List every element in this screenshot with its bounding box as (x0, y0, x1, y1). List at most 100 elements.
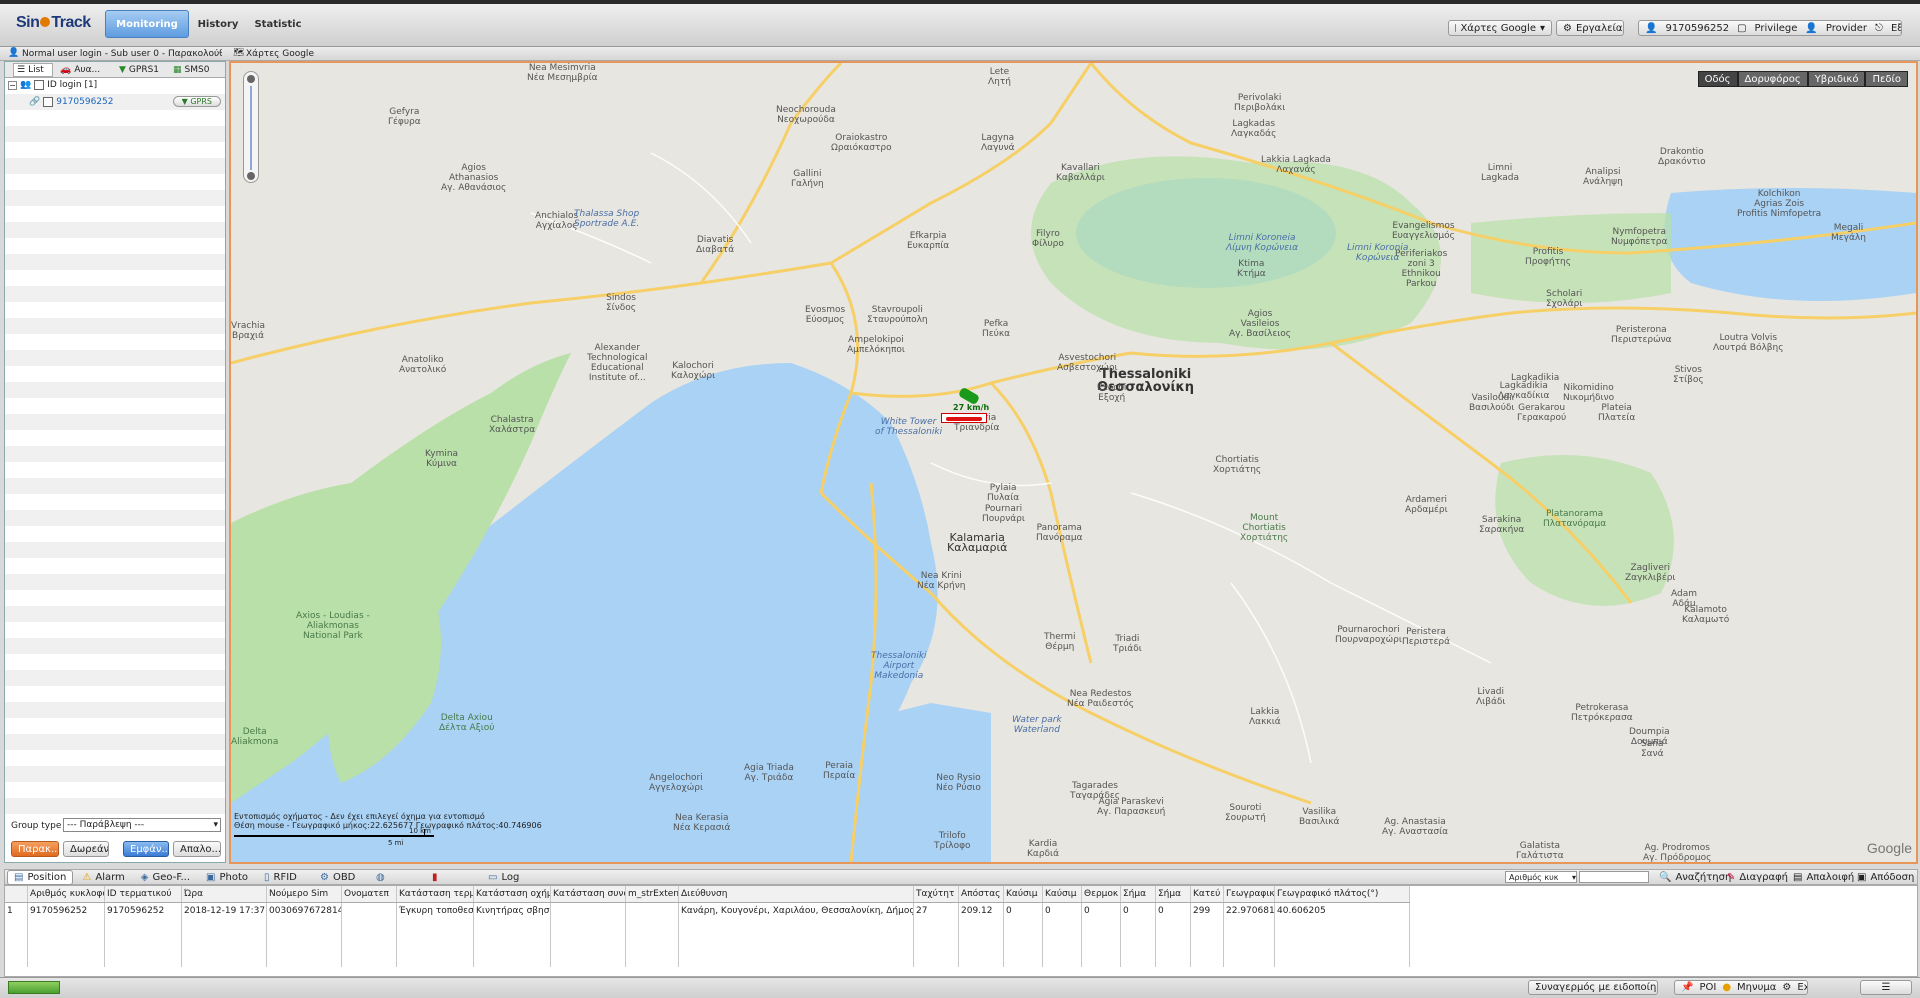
map-label: Analipsi Ανάληψη (1583, 167, 1623, 187)
column-header[interactable]: Αριθμός κυκλοφορ (27, 886, 105, 903)
column-header[interactable]: Απόστας (958, 886, 1004, 903)
tab-monitoring[interactable]: Monitoring (105, 10, 189, 38)
signal-icon: ▼ (181, 97, 188, 106)
map-label: Stavroupoli Σταυρούπολη (867, 305, 928, 325)
delete-button[interactable]: ✎ Διαγραφή (1721, 870, 1794, 884)
empty-row (5, 951, 1410, 967)
bottom-tab-alarm[interactable]: ⚠ Alarm (75, 870, 131, 885)
column-header[interactable]: Καύσιμ (1042, 886, 1082, 903)
map-label: Kolchikon Agrias Zois Profitis Nimfopetr… (1737, 189, 1822, 219)
tab-history[interactable]: History (190, 10, 246, 38)
top-bar: Sin Track Monitoring History Statistic Χά… (0, 0, 1920, 47)
group-type-select[interactable]: --- Παράβλεψη --- ▾ (63, 818, 221, 832)
table-cell (341, 951, 397, 967)
tab-gprs[interactable]: ▼ GPRS1 (119, 63, 169, 77)
map-label: Nea Redestos Νέα Ραιδεστός (1067, 689, 1135, 709)
bottom-tab-rfid[interactable]: ▯ RFID (257, 870, 311, 885)
column-header[interactable]: Γεωγραφικ (1223, 886, 1275, 903)
map-label: Chalastra Χαλάστρα (489, 415, 536, 435)
table-cell (1190, 935, 1224, 951)
bottom-tab-globe[interactable]: ◍ (369, 870, 423, 885)
logout-link[interactable]: Εξοδος (1891, 23, 1901, 34)
show-button[interactable]: Εμφάν... (123, 841, 169, 857)
track-button[interactable]: Παρακ... (11, 841, 59, 857)
bottom-tab-photo[interactable]: ▣ Photo (199, 870, 255, 885)
column-header[interactable]: Ώρα (181, 886, 267, 903)
column-header[interactable]: Ονοματεπ (341, 886, 397, 903)
column-header[interactable]: m_strExtend (625, 886, 679, 903)
bottom-tab-battery[interactable]: ▮ (425, 870, 479, 885)
zoom-in-icon[interactable] (247, 75, 255, 83)
column-header[interactable]: Καύσιμ (1003, 886, 1043, 903)
column-header[interactable]: Ταχύτητ (913, 886, 959, 903)
column-header[interactable]: Διεύθυνση (678, 886, 914, 903)
clear-button[interactable]: Απαλο... (173, 841, 221, 857)
map-label: Sindos Σίνδος (606, 293, 637, 313)
tab-sms[interactable]: ▦ SMS0 (173, 63, 221, 77)
expire-button[interactable]: Expire (1797, 982, 1807, 993)
export-button[interactable]: ▣ Απόδοση (1851, 870, 1920, 884)
table-row[interactable]: 1917059625291705962522018-12-19 17:37:49… (5, 902, 1410, 919)
zoom-slider[interactable] (243, 71, 259, 183)
logout-icon: ⎋ (1875, 22, 1883, 34)
map-label: Thalassa Shop Sportrade A.E. (574, 209, 640, 229)
column-header[interactable]: ID τερματικού (104, 886, 182, 903)
table-cell (1155, 951, 1191, 967)
map-type-hybrid[interactable]: Υβριδικό (1807, 71, 1866, 87)
collapse-icon[interactable]: − (8, 80, 17, 90)
map-type-road[interactable]: Οδός (1697, 71, 1738, 87)
tree-device[interactable]: 🔗 9170596252 ▼ GPRS (29, 96, 223, 107)
column-header[interactable]: Θερμοκ (1081, 886, 1121, 903)
menu-button[interactable]: ☰ (1860, 980, 1912, 995)
table-cell (473, 951, 551, 967)
message-button[interactable]: Μηνυμα (1737, 982, 1776, 993)
poi-button[interactable]: POI (1699, 982, 1716, 993)
column-header[interactable]: Γεωγραφικό πλάτος(°) (1274, 886, 1410, 903)
map-provider-select[interactable]: Χάρτες Google ▾ (1448, 20, 1552, 36)
map-view[interactable]: Οδός Δορυφόρος Υβριδικό Πεδίο Thessaloni… (229, 61, 1918, 864)
gprs-badge: ▼ GPRS (172, 96, 221, 107)
zoom-out-icon[interactable] (247, 172, 255, 180)
table-cell (1223, 919, 1275, 935)
column-header[interactable]: Σήμα (1120, 886, 1156, 903)
map-type-terrain[interactable]: Πεδίο (1865, 71, 1908, 87)
clear-log-button[interactable]: ▤ Απαλοιφή (1787, 870, 1860, 884)
map-label: Lete Λητή (988, 67, 1011, 87)
tab-vehicles[interactable]: 🚗 Αυα... (57, 63, 105, 77)
bottom-tab-position[interactable]: ▤ Position (7, 870, 74, 885)
map-mouse-position: Θέση mouse - Γεωγραφικό μήκος:22.625677 … (234, 821, 542, 830)
tools-button[interactable]: ⚙ Εργαλεία (1556, 20, 1624, 36)
vehicle-panel: ☰ List 🚗 Αυα... ▼ GPRS1 ▦ SMS0 − 👥 ID login … (4, 61, 226, 863)
map-type-satellite[interactable]: Δορυφόρος (1737, 71, 1808, 87)
free-button[interactable]: Δωρεάν (63, 841, 109, 857)
search-input[interactable] (1579, 871, 1649, 883)
panel-tabs: ☰ List 🚗 Αυα... ▼ GPRS1 ▦ SMS0 (5, 62, 225, 78)
bottom-tab-geo-f[interactable]: ◈ Geo-F... (134, 870, 197, 885)
map-label: Vrachia Βραχιά (231, 321, 266, 341)
table-cell (550, 951, 626, 967)
table-cell (625, 951, 679, 967)
column-header[interactable]: Σήμα (1155, 886, 1191, 903)
tab-list[interactable]: ☰ List (13, 63, 53, 77)
table-cell (5, 951, 28, 967)
provider-link[interactable]: Provider (1826, 23, 1867, 34)
tree-root[interactable]: − 👥 ID login [1] (8, 80, 97, 90)
notify-alarm-select[interactable]: Συναγερμός με ειδοποίη▾ (1528, 980, 1658, 995)
privilege-link[interactable]: Privilege (1755, 23, 1798, 34)
column-header[interactable]: Κατεύ (1190, 886, 1224, 903)
map-label: Anchialos Αγχίαλος (535, 211, 579, 231)
table-cell (1120, 951, 1156, 967)
column-header[interactable] (5, 886, 28, 903)
search-field-select[interactable]: Αριθμός κυκ ▾ (1505, 871, 1577, 883)
column-header[interactable]: Κατάσταση οχήματ (473, 886, 551, 903)
checkbox[interactable] (34, 80, 45, 90)
column-header[interactable]: Κατάσταση τερματ (396, 886, 474, 903)
table-cell (1190, 951, 1224, 967)
photo-icon: ▣ (206, 872, 216, 883)
checkbox[interactable] (43, 96, 54, 107)
tab-statistic[interactable]: Statistic (246, 10, 310, 38)
bottom-tab-obd[interactable]: ⚙ OBD (313, 870, 367, 885)
bottom-tab-log[interactable]: ▭ Log (481, 870, 535, 885)
column-header[interactable]: Νούμερο Sim (266, 886, 342, 903)
column-header[interactable]: Κατάσταση συνα (550, 886, 626, 903)
